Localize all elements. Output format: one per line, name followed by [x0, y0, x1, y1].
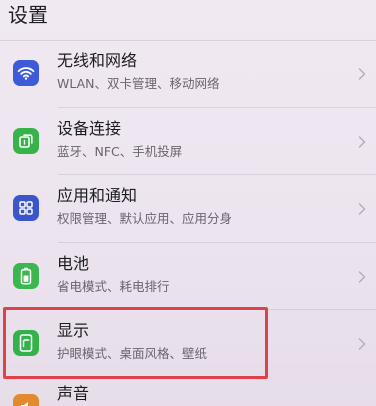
settings-item-sound[interactable]: 声音 [0, 380, 376, 406]
page-title: 设置 [8, 3, 48, 27]
sound-icon [13, 394, 39, 406]
device-connection-icon [13, 127, 39, 154]
settings-item-label: 设备连接 [57, 118, 122, 138]
settings-item-label: 声音 [57, 384, 90, 403]
chevron-right-icon [358, 68, 366, 80]
settings-item-wireless-network[interactable]: 无线和网络 WLAN、双卡管理、移动网络 [0, 40, 376, 108]
settings-item-sublabel: 蓝牙、NFC、手机投屏 [57, 143, 183, 159]
settings-item-label: 应用和通知 [57, 186, 138, 205]
header: 设置 [0, 0, 376, 38]
highlight-box [3, 307, 268, 379]
settings-item-device-connection[interactable]: 设备连接 蓝牙、NFC、手机投屏 [0, 108, 376, 176]
chevron-right-icon [358, 270, 366, 283]
chevron-right-icon [358, 135, 366, 148]
settings-item-sublabel: 省电模式、耗电排行 [57, 278, 170, 294]
chevron-right-icon [358, 338, 366, 350]
battery-icon [13, 262, 39, 289]
apps-grid-icon [13, 195, 39, 221]
settings-item-sublabel: WLAN、双卡管理、移动网络 [57, 76, 220, 91]
settings-item-battery[interactable]: 电池 省电模式、耗电排行 [0, 243, 376, 311]
wifi-icon [13, 60, 39, 86]
settings-item-label: 无线和网络 [57, 51, 138, 70]
settings-item-label: 电池 [57, 253, 90, 273]
settings-item-sublabel: 权限管理、默认应用、应用分身 [57, 211, 233, 226]
chevron-right-icon [358, 203, 366, 215]
settings-item-apps-notifications[interactable]: 应用和通知 权限管理、默认应用、应用分身 [0, 175, 376, 243]
